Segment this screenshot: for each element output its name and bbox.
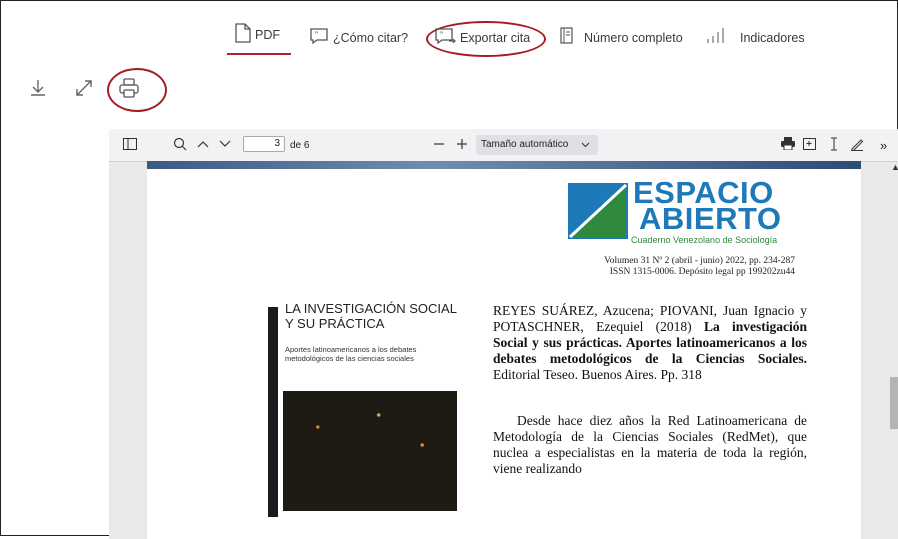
logo-word-abierto: ABIERTO <box>639 201 782 236</box>
journal-logo <box>568 183 628 239</box>
minus-icon <box>433 138 445 153</box>
scroll-up-icon[interactable]: ▲ <box>891 162 898 172</box>
book-title: LA INVESTIGACIÓN SOCIAL Y SU PRÁCTICA <box>285 301 457 331</box>
zoom-out-button[interactable] <box>433 137 445 153</box>
tab-numero-completo[interactable]: Número completo <box>558 27 683 48</box>
viewer-save-button[interactable] <box>803 137 817 153</box>
svg-text:”: ” <box>315 30 318 40</box>
quote-icon: ” <box>309 27 333 48</box>
page-number-input[interactable]: 3 <box>243 136 285 152</box>
tab-como-citar[interactable]: ” ¿Cómo citar? <box>309 27 408 48</box>
find-button[interactable] <box>173 137 187 153</box>
tab-label-exportar-cita: Exportar cita <box>460 30 531 45</box>
more-tools-button[interactable]: » <box>880 137 887 153</box>
logo-subtitle: Cuaderno Venezolano de Sociología <box>631 235 778 245</box>
draw-tool-button[interactable] <box>850 137 864 153</box>
expand-button[interactable] <box>72 78 96 102</box>
reference-publisher: Editorial Teseo. Buenos Aires. Pp. 318 <box>493 367 702 382</box>
viewer-print-button[interactable] <box>781 137 795 153</box>
text-cursor-icon <box>829 137 839 154</box>
viewer-toolbar: 3 de 6 Tamaño automático » <box>109 129 898 162</box>
print-icon <box>781 137 795 153</box>
bar-chart-icon <box>704 27 732 48</box>
book-title-line1: LA INVESTIGACIÓN SOCIAL <box>285 301 457 316</box>
book-cover-spine <box>268 307 278 517</box>
sidebar-icon <box>123 137 137 153</box>
pdf-viewer: 3 de 6 Tamaño automático » ESPACIO ABIER… <box>109 129 898 539</box>
search-icon <box>173 137 187 154</box>
pdf-page: ESPACIO ABIERTO Cuaderno Venezolano de S… <box>147 161 861 539</box>
book-subtitle: Aportes latinoamericanos a los debates m… <box>285 345 416 363</box>
next-page-button[interactable] <box>219 137 231 153</box>
page-banner <box>147 161 861 169</box>
book-subtitle-line2: metodológicos de las ciencias sociales <box>285 354 414 363</box>
zoom-in-button[interactable] <box>456 137 468 153</box>
viewer-scrollbar-thumb[interactable] <box>890 377 898 429</box>
book-icon <box>558 27 580 48</box>
book-reference: REYES SUÁREZ, Azucena; PIOVANI, Juan Ign… <box>493 303 807 383</box>
review-body-text: Desde hace diez años la Red Latinoameric… <box>493 413 807 476</box>
tab-exportar-cita[interactable]: ” Exportar cita <box>434 27 530 48</box>
tab-label-numero-completo: Número completo <box>584 30 683 45</box>
download-button[interactable] <box>26 78 50 102</box>
tab-label-indicadores: Indicadores <box>740 30 805 45</box>
book-cover-image <box>283 391 457 511</box>
text-tool-button[interactable] <box>829 137 839 153</box>
plus-icon <box>456 138 468 153</box>
page-total: de 6 <box>290 139 310 151</box>
export-quote-icon: ” <box>434 27 460 48</box>
pencil-icon <box>850 137 864 154</box>
expand-icon <box>74 78 94 103</box>
save-icon <box>803 137 817 153</box>
active-tab-indicator <box>227 53 291 55</box>
zoom-select[interactable]: Tamaño automático <box>476 135 598 155</box>
tab-indicadores[interactable]: Indicadores <box>704 27 805 48</box>
print-button[interactable] <box>117 77 141 104</box>
double-chevron-right-icon: » <box>880 137 888 153</box>
viewer-scrollbar-track[interactable]: ▲ <box>861 162 898 539</box>
book-subtitle-line1: Aportes latinoamericanos a los debates <box>285 345 417 354</box>
previous-page-button[interactable] <box>197 137 209 153</box>
issn-info: ISSN 1315-0006. Depósito legal pp 199202… <box>609 267 795 277</box>
file-icon <box>235 23 255 46</box>
zoom-select-value: Tamaño automático <box>481 139 569 150</box>
download-icon <box>28 78 48 103</box>
tab-pdf[interactable]: PDF <box>235 23 280 46</box>
chevron-down-icon <box>219 139 231 152</box>
chevron-up-icon <box>197 139 209 152</box>
sidebar-toggle-button[interactable] <box>123 137 137 153</box>
tab-label-pdf: PDF <box>255 27 280 42</box>
volume-info: Volumen 31 Nº 2 (abril - junio) 2022, pp… <box>604 256 795 266</box>
print-icon <box>118 77 140 104</box>
svg-text:”: ” <box>440 30 443 40</box>
tab-label-como-citar: ¿Cómo citar? <box>333 30 409 45</box>
book-title-line2: Y SU PRÁCTICA <box>285 316 385 331</box>
chevron-down-icon <box>581 135 590 163</box>
